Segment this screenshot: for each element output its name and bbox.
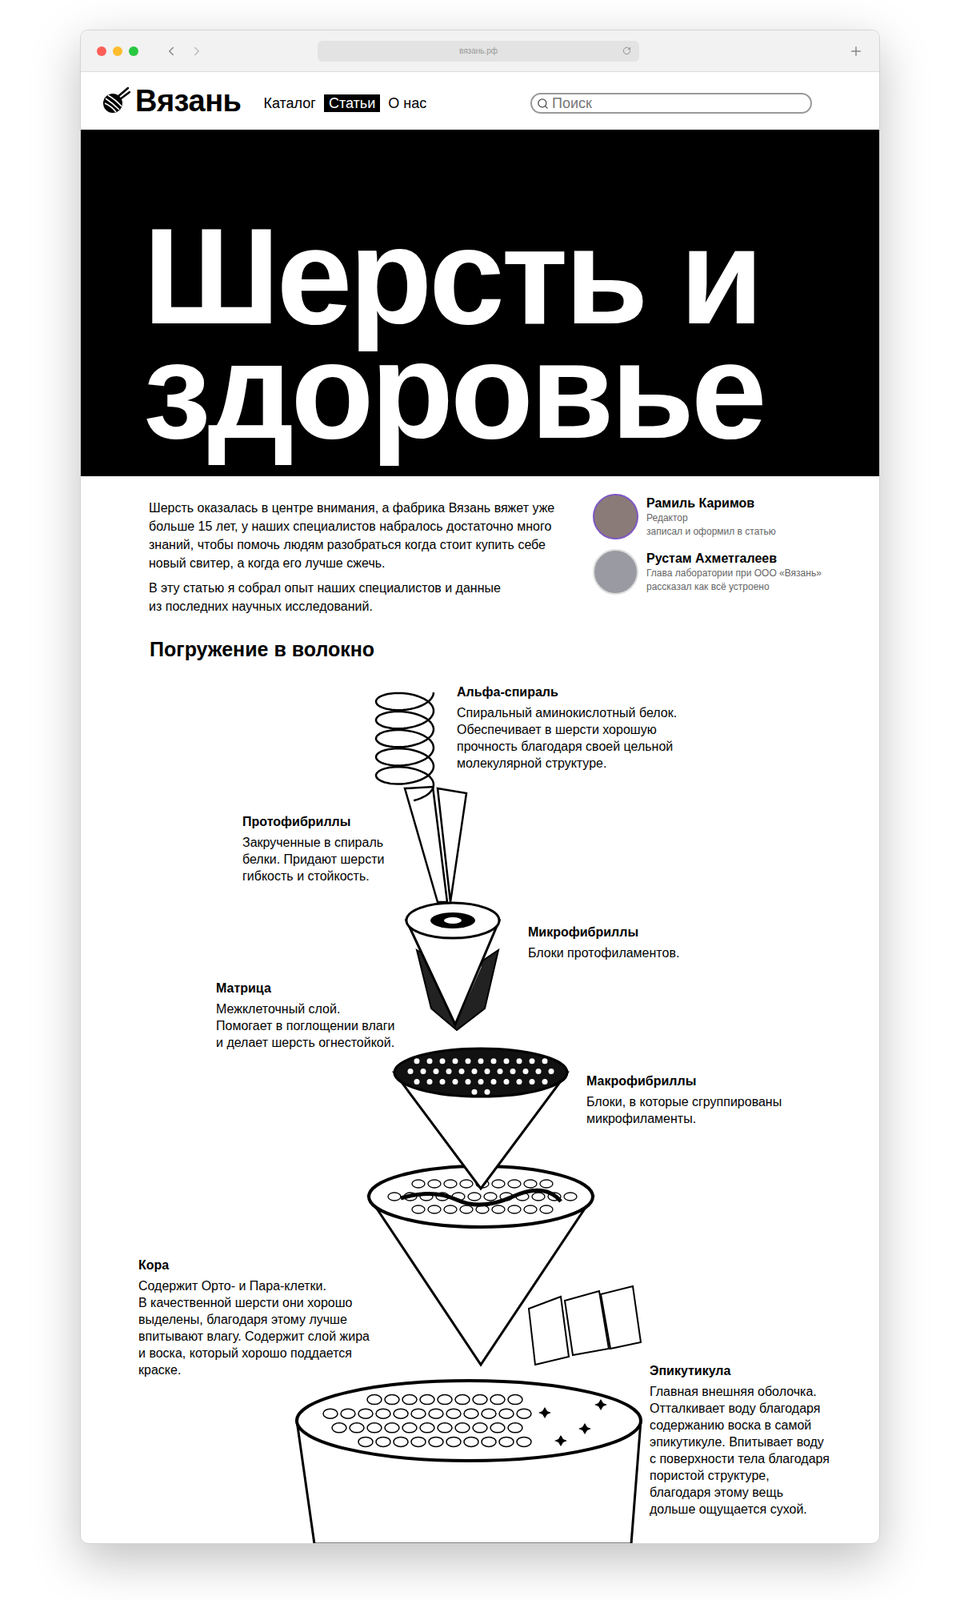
zoom-button[interactable] <box>128 46 139 56</box>
section-title: Погружение в волокно <box>80 636 880 662</box>
nav-item[interactable]: Каталог <box>261 94 317 112</box>
label-text: Блоки, в которые сгруппированымикрофилам… <box>586 1092 782 1127</box>
author-note: рассказал как всё устроено <box>646 580 822 594</box>
diagram-label: Эпикутикула Главная внешняя оболочка.Отта… <box>649 1361 830 1517</box>
search-field[interactable]: Поиск <box>530 92 812 114</box>
label-text: Главная внешняя оболочка.Отталкивает вод… <box>649 1382 830 1517</box>
yarn-logo-icon <box>100 85 131 116</box>
nav-item[interactable]: Статьи <box>324 94 380 112</box>
logo[interactable]: Вязань <box>100 85 241 116</box>
author[interactable]: Рамиль КаримовРедакторзаписал и оформил … <box>592 493 822 540</box>
browser-window: вязань.рф Вязань Каталог Статьи О нас Поиск Ше… <box>80 29 880 1544</box>
intro: Шерсть оказалась в центре внимания, а фа… <box>80 476 880 616</box>
diagram-label: Кора Содержит Орто- и Пара-клетки.В качес… <box>138 1256 370 1378</box>
minimize-button[interactable] <box>112 46 123 56</box>
diagram-label: Матрица Межклеточный слой.Помогает в погл… <box>216 979 395 1051</box>
address-bar[interactable]: вязань.рф <box>317 40 640 62</box>
label-title: Протофибриллы <box>242 812 384 831</box>
intro-text: Шерсть оказалась в центре внимания, а фа… <box>148 498 593 616</box>
hero: Шерсть издоровье <box>80 129 880 476</box>
author-photo <box>592 493 639 540</box>
search-icon <box>536 97 549 110</box>
diagram-label: Микрофибриллы Блоки протофиламентов. <box>528 923 680 961</box>
intro-paragraph: Шерсть оказалась в центре внимания, а фа… <box>148 498 593 572</box>
label-text: Блоки протофиламентов. <box>528 944 680 961</box>
page: вязань.рф Вязань Каталог Статьи О нас Поиск Ше… <box>0 0 960 1600</box>
label-text: Содержит Орто- и Пара-клетки.В качествен… <box>138 1276 370 1378</box>
site-header: Вязань Каталог Статьи О нас Поиск <box>80 72 880 130</box>
author-name: Рамиль Каримов <box>646 494 776 512</box>
label-title: Эпикутикула <box>649 1361 830 1380</box>
label-text: Спиральный аминокислотный белок.Обеспечи… <box>456 704 677 772</box>
back-icon[interactable] <box>164 44 179 59</box>
fiber-diagram: Альфа-спираль Спиральный аминокислотный б… <box>80 668 880 1544</box>
label-title: Микрофибриллы <box>528 923 680 941</box>
label-title: Кора <box>138 1256 370 1274</box>
main-nav: Каталог Статьи О нас <box>261 94 428 112</box>
close-button[interactable] <box>96 46 107 56</box>
author-name: Рустам Ахметгалеев <box>646 549 822 567</box>
diagram-label: Альфа-спираль Спиральный аминокислотный б… <box>456 683 677 772</box>
author-note: записал и оформил в статью <box>646 524 776 539</box>
address-text: вязань.рф <box>459 44 498 57</box>
author[interactable]: Рустам АхметгалеевГлава лаборатории при … <box>592 548 822 595</box>
new-tab-icon[interactable] <box>848 44 864 59</box>
label-title: Макрофибриллы <box>586 1072 782 1090</box>
authors: Рамиль КаримовРедакторзаписал и оформил … <box>592 493 822 616</box>
intro-paragraph: В эту статью я собрал опыт наших специал… <box>148 578 593 616</box>
browser-toolbar: вязань.рф <box>80 30 880 72</box>
author-role: Редактор <box>646 511 776 525</box>
forward-icon[interactable] <box>189 44 204 59</box>
label-title: Матрица <box>216 979 395 997</box>
author-role: Глава лаборатории при ООО «Вязань» <box>646 566 822 580</box>
label-title: Альфа-спираль <box>456 683 677 701</box>
reload-icon[interactable] <box>622 46 632 56</box>
nav-item[interactable]: О нас <box>386 94 428 112</box>
label-text: Закрученные в спиральбелки. Придают шерс… <box>242 833 384 884</box>
diagram-label: Протофибриллы Закрученные в спиральбелки.… <box>242 812 384 884</box>
label-text: Межклеточный слой.Помогает в поглощении … <box>216 1000 395 1051</box>
hero-title: Шерсть издоровье <box>143 219 880 448</box>
diagram-label: Макрофибриллы Блоки, в которые сгруппиров… <box>586 1072 782 1127</box>
author-photo <box>592 548 639 595</box>
